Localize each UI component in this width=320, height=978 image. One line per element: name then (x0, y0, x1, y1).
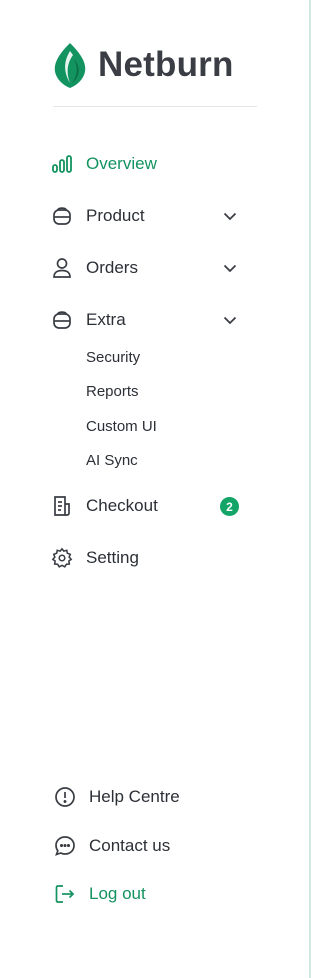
logout-button[interactable]: Log out (53, 878, 146, 910)
receipt-icon (50, 494, 74, 518)
bar-chart-icon (50, 152, 74, 176)
help-centre-link[interactable]: Help Centre (53, 781, 180, 813)
nav-item-label: Product (86, 206, 145, 225)
divider (53, 106, 257, 107)
nav-item-setting[interactable]: Setting (50, 542, 250, 574)
leaf-logo-icon (54, 43, 86, 88)
alert-circle-icon (53, 785, 77, 809)
notification-badge: 2 (220, 497, 239, 516)
box-icon (50, 308, 74, 332)
nav-item-label: Setting (86, 548, 139, 567)
nav-item-label: Extra (86, 310, 126, 329)
nav-item-label: Orders (86, 258, 138, 277)
nav-item-checkout[interactable]: Checkout 2 (50, 490, 250, 522)
sidebar: Netburn Overview Product Orders Extra Se… (0, 0, 311, 978)
contact-us-label: Contact us (89, 836, 171, 855)
logout-icon (53, 882, 77, 906)
user-icon (50, 256, 74, 280)
sub-item-reports[interactable]: Reports (86, 379, 139, 403)
nav-item-overview[interactable]: Overview (50, 148, 250, 180)
sub-item-security[interactable]: Security (86, 345, 140, 369)
brand[interactable]: Netburn (50, 40, 234, 90)
gear-icon (50, 546, 74, 570)
logout-label: Log out (89, 884, 146, 903)
nav-item-extra[interactable]: Extra (50, 304, 250, 336)
chevron-down-icon[interactable] (220, 258, 240, 278)
chat-icon (53, 834, 77, 858)
contact-us-link[interactable]: Contact us (53, 830, 170, 862)
brand-name: Netburn (98, 45, 234, 84)
box-icon (50, 204, 74, 228)
nav-item-label: Checkout (86, 496, 158, 515)
chevron-down-icon[interactable] (220, 310, 240, 330)
sub-item-custom-ui[interactable]: Custom UI (86, 414, 157, 438)
nav-item-label: Overview (86, 154, 157, 173)
nav-item-orders[interactable]: Orders (50, 252, 250, 284)
nav-item-product[interactable]: Product (50, 200, 250, 232)
chevron-down-icon[interactable] (220, 206, 240, 226)
help-centre-label: Help Centre (89, 787, 180, 806)
sub-item-ai-sync[interactable]: AI Sync (86, 448, 138, 472)
